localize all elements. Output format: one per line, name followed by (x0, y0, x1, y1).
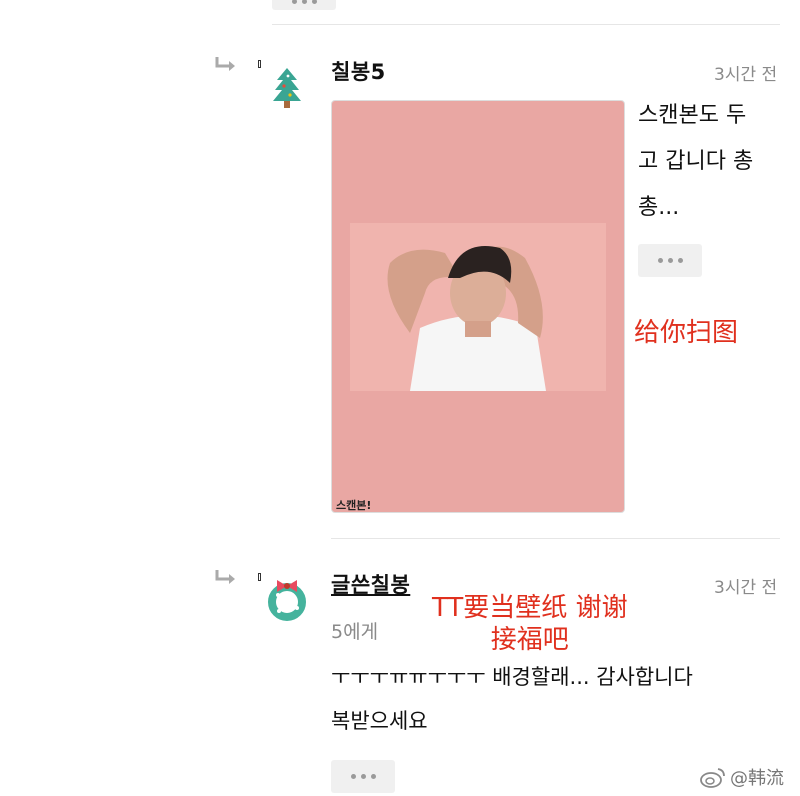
christmas-tree-avatar[interactable] (272, 66, 302, 110)
weibo-logo-icon (700, 768, 725, 788)
comment-body-line: 스캔본도 두 (638, 103, 747, 128)
comment-time: 3시간 전 (714, 578, 778, 598)
level-mark (258, 60, 261, 68)
annotation-line: TT要当壁纸 谢谢 (432, 593, 628, 623)
more-button[interactable] (638, 244, 702, 277)
attached-image[interactable]: 스캔본! (331, 100, 625, 513)
reply-arrow-icon (215, 570, 235, 584)
comment-author[interactable]: 칠봉5 (331, 56, 386, 86)
more-dots-icon (350, 774, 376, 779)
translation-annotation: TT要当壁纸 谢谢 接福吧 (432, 592, 628, 656)
comment-body-line: ㅜㅜㅜㅠㅠㅜㅜㅜ 배경할래... 감사합니다 (331, 665, 693, 689)
scan-caption: 스캔본! (336, 499, 372, 512)
watermark-text: @韩流 (730, 768, 784, 789)
divider (272, 24, 780, 25)
comment-body-line: 고 갑니다 총 (638, 149, 754, 174)
comment-author[interactable]: 글쓴칠봉 (331, 569, 410, 599)
comment-body-line: 총... (638, 195, 680, 220)
translation-annotation: 给你扫图 (634, 318, 739, 348)
comment-body: 스캔본도 두 고 갑니다 총 총... (638, 93, 788, 231)
comment-body-line: 복받으세요 (331, 709, 428, 733)
watermark: @韩流 (700, 764, 784, 790)
comment-body: ㅜㅜㅜㅠㅠㅜㅜㅜ 배경할래... 감사합니다 복받으세요 (331, 655, 791, 743)
annotation-line: 接福吧 (490, 625, 569, 655)
more-button[interactable] (331, 760, 395, 793)
wreath-avatar[interactable] (265, 578, 309, 622)
more-button[interactable] (272, 0, 336, 10)
more-dots-icon (657, 258, 683, 263)
photo (350, 223, 606, 391)
more-dots-icon (291, 0, 317, 4)
divider (331, 538, 780, 539)
reply-mention[interactable]: 5에게 (331, 617, 378, 644)
comment-time: 3시간 전 (714, 65, 778, 85)
level-mark (258, 573, 261, 581)
reply-arrow-icon (215, 57, 235, 71)
person-photo (387, 246, 546, 391)
